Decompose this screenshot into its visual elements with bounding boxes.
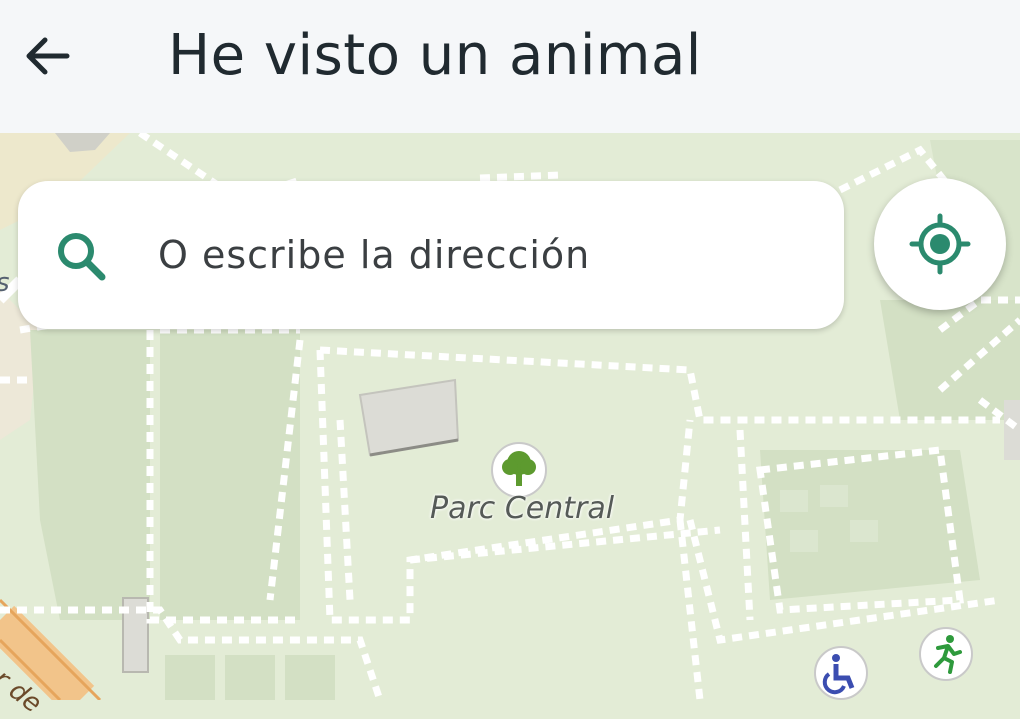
app-bar: He visto un animal [0, 0, 1020, 133]
map-edge-label: s [0, 268, 10, 298]
sport-poi[interactable] [918, 626, 974, 682]
address-search-box[interactable] [18, 181, 844, 329]
my-location-button[interactable] [874, 178, 1006, 310]
my-location-icon [909, 213, 971, 275]
wheelchair-icon [814, 646, 868, 700]
arrow-left-icon [26, 37, 70, 75]
back-button[interactable] [14, 22, 82, 90]
page-title: He visto un animal [168, 23, 702, 88]
accessibility-poi[interactable] [812, 644, 870, 702]
park-label: Parc Central [430, 491, 615, 526]
running-person-icon [919, 627, 973, 681]
address-search-input[interactable] [158, 221, 798, 289]
search-icon [58, 233, 106, 281]
